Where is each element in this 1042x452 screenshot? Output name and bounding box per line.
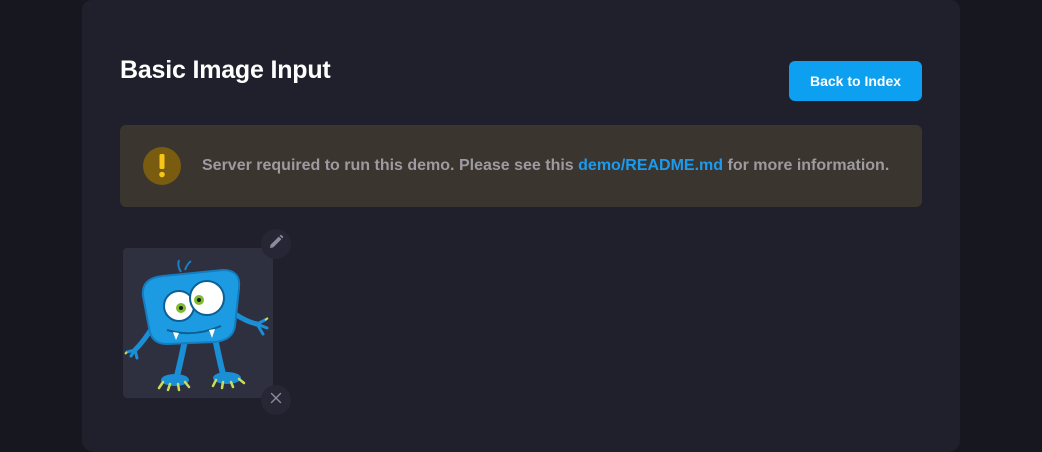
notice-text-after: for more information. [723,157,890,174]
edit-button[interactable] [261,229,291,259]
readme-link[interactable]: demo/README.md [578,157,723,174]
page-title: Basic Image Input [120,56,331,84]
pencil-icon [268,234,284,255]
monster-image [124,259,269,392]
server-required-notice: Server required to run this demo. Please… [120,125,922,207]
warning-icon [143,147,181,185]
close-icon [270,391,282,409]
back-to-index-button[interactable]: Back to Index [789,61,922,101]
main-panel: Basic Image Input Back to Index Server r… [82,0,960,452]
notice-text-before: Server required to run this demo. Please… [202,157,579,174]
remove-image-button[interactable] [261,385,291,415]
notice-message: Server required to run this demo. Please… [202,157,889,175]
image-preview[interactable] [123,248,273,398]
